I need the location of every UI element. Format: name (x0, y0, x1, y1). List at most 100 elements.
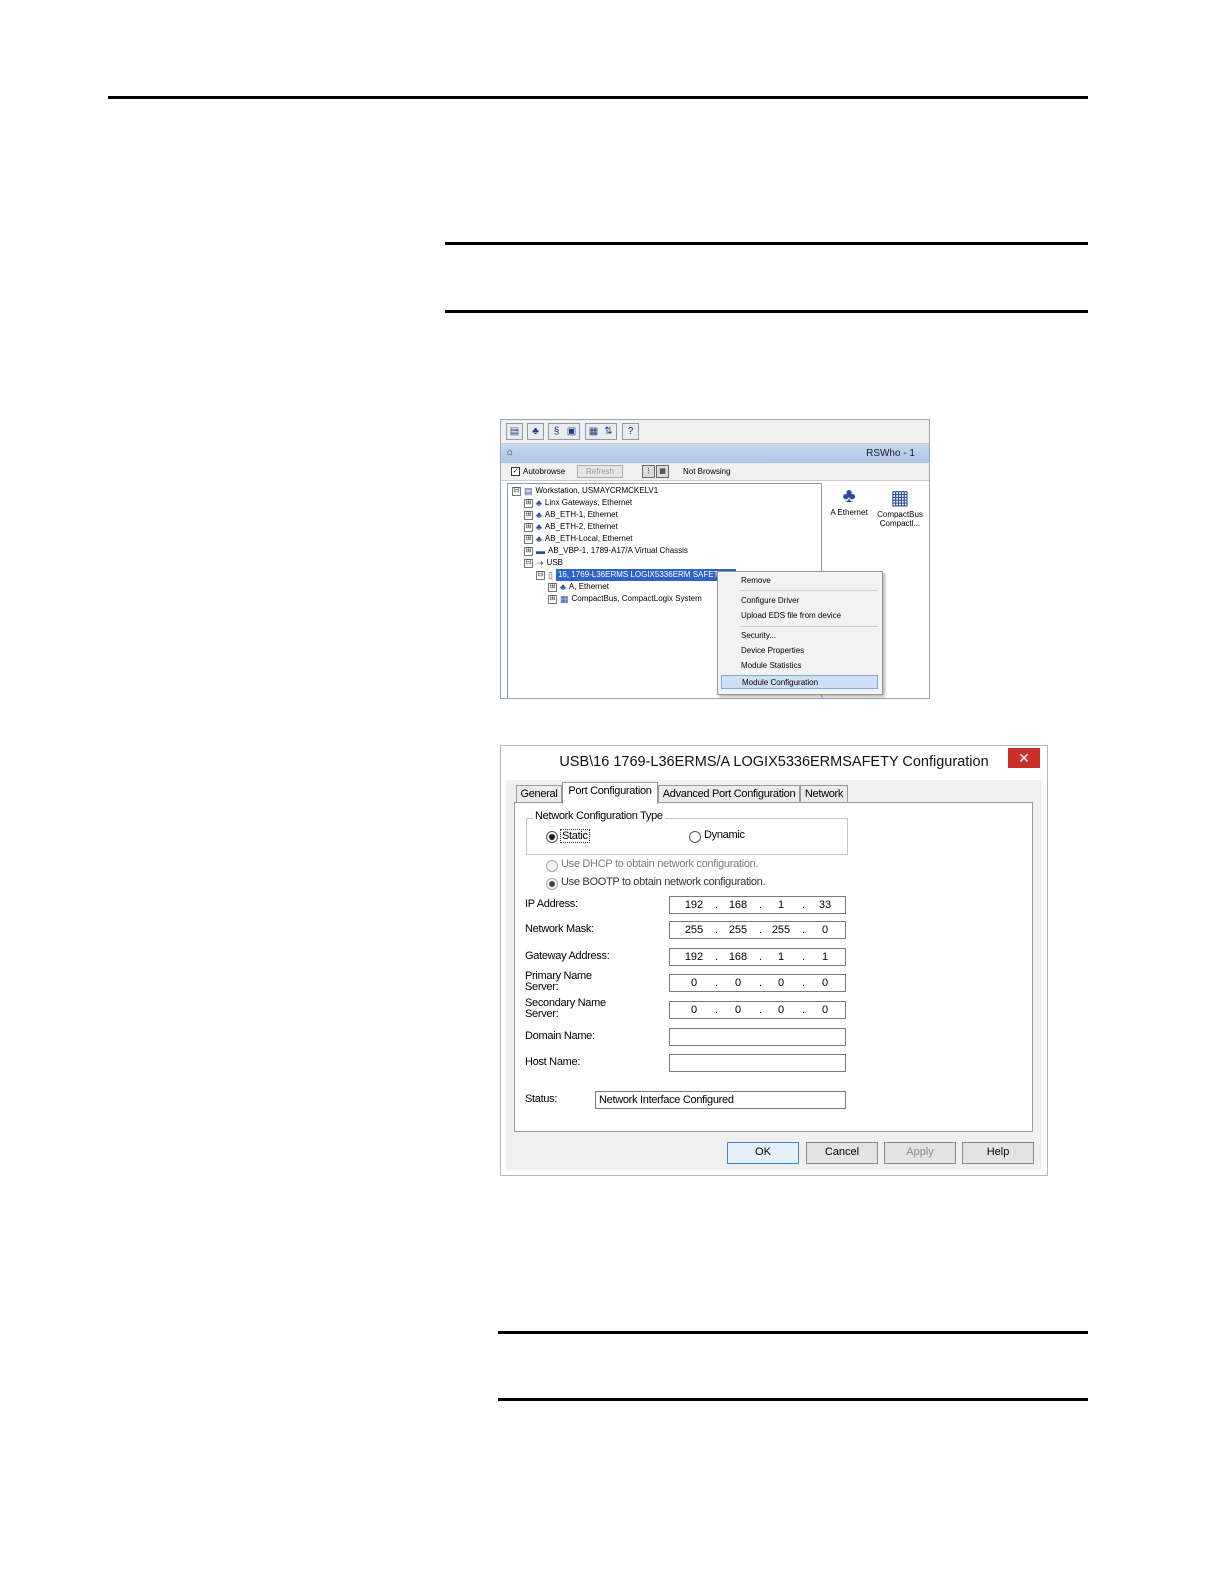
tree-item-label: Linx Gateways, Ethernet (544, 498, 633, 507)
network-mask-field[interactable]: 255 . 255 . 255 . 0 (669, 921, 846, 939)
ip-dot: . (802, 899, 806, 911)
tree-item-usb[interactable]: ⊟ ⇢ USB (524, 557, 563, 569)
expand-icon[interactable]: ⊞ (548, 582, 557, 592)
ip-dot: . (759, 951, 763, 963)
menu-item-module-configuration[interactable]: Module Configuration (721, 675, 878, 689)
apply-button[interactable]: Apply (884, 1142, 956, 1164)
tree-item-workstation[interactable]: ⊟ ▤ Workstation, USMAYCRMCKELV1 (512, 485, 658, 497)
note-rule-top-2 (498, 1331, 1088, 1334)
ip-address-field[interactable]: 192 . 168 . 1 . 33 (669, 896, 846, 914)
menu-item-security[interactable]: Security... (721, 629, 878, 643)
port-configuration-panel: Network Configuration Type Static Dynami… (514, 802, 1033, 1132)
ok-button[interactable]: OK (727, 1142, 799, 1164)
tab-network[interactable]: Network (800, 785, 848, 803)
network-icon: ♣ (560, 582, 566, 592)
autobrowse-checkbox[interactable]: ✓ (511, 467, 520, 476)
mask-octet-4: 0 (821, 924, 829, 936)
menu-item-upload-eds[interactable]: Upload EDS file from device (721, 609, 878, 623)
expand-icon[interactable]: ⊞ (524, 522, 533, 532)
dynamic-label[interactable]: Dynamic (704, 829, 745, 841)
close-icon[interactable]: ✕ (1008, 748, 1040, 768)
help-button[interactable]: Help (962, 1142, 1034, 1164)
icon-label: A Ethernet (830, 508, 868, 517)
tab-general[interactable]: General (516, 785, 562, 803)
ip-dot: . (715, 1004, 719, 1016)
tree-item-ab-vbp-1[interactable]: ⊞ ▬ AB_VBP-1, 1789-A17/A Virtual Chassis (524, 545, 688, 557)
list-view-icon[interactable]: ▦ (656, 465, 669, 478)
collapse-icon[interactable]: ⊟ (536, 570, 545, 580)
note-rule-top (445, 242, 1088, 245)
dynamic-radio[interactable] (689, 831, 701, 843)
primary-octet-2: 0 (734, 977, 742, 989)
tree-item-compactbus[interactable]: ⊞ ▦ CompactBus, CompactLogix System (548, 593, 702, 605)
module-icon[interactable]: ▣ (564, 424, 579, 439)
expand-icon[interactable]: ⊞ (524, 546, 533, 556)
open-icon[interactable]: ▤ (507, 424, 522, 439)
menu-item-module-statistics[interactable]: Module Statistics (721, 659, 878, 673)
ip-octet-1: 192 (684, 899, 704, 911)
cancel-button[interactable]: Cancel (806, 1142, 878, 1164)
gateway-address-field[interactable]: 192 . 168 . 1 . 1 (669, 948, 846, 966)
network-icon[interactable]: ♣ (528, 424, 543, 439)
host-name-input[interactable] (669, 1054, 846, 1072)
icon-label: CompactBus Compactl... (877, 510, 923, 528)
tree-item-ab-eth-local[interactable]: ⊞ ♣ AB_ETH-Local, Ethernet (524, 533, 633, 545)
home-icon[interactable]: ⌂ (507, 447, 513, 458)
collapse-icon[interactable]: ⊟ (524, 558, 533, 568)
refresh-button[interactable]: Refresh (577, 465, 623, 478)
menu-item-configure-driver[interactable]: Configure Driver (721, 594, 878, 608)
menu-item-device-properties[interactable]: Device Properties (721, 644, 878, 658)
backplane-icon: ▦ (560, 594, 569, 604)
secondary-name-server-field[interactable]: 0 . 0 . 0 . 0 (669, 1001, 846, 1019)
tree-item-label: Workstation, USMAYCRMCKELV1 (535, 486, 659, 495)
tree-item-label: USB (546, 558, 563, 567)
static-radio[interactable] (546, 831, 558, 843)
ethernet-network-item[interactable]: ♣ A Ethernet (826, 485, 872, 517)
tree-item-label: AB_VBP-1, 1789-A17/A Virtual Chassis (548, 546, 688, 555)
static-label[interactable]: Static (560, 829, 590, 843)
network-icon: ♣ (536, 510, 542, 520)
usb-icon: ⇢ (536, 558, 544, 568)
ip-octet-4: 33 (818, 899, 832, 911)
network-icon: ♣ (536, 498, 542, 508)
expand-icon[interactable]: ⊞ (524, 510, 533, 520)
expand-icon[interactable]: ⊞ (524, 534, 533, 544)
driver-icon[interactable]: § (549, 424, 564, 439)
primary-name-server-field[interactable]: 0 . 0 . 0 . 0 (669, 974, 846, 992)
help-icon[interactable]: ? (623, 424, 638, 439)
dhcp-radio[interactable] (546, 860, 558, 872)
gateway-octet-4: 1 (821, 951, 829, 963)
upload-icon[interactable]: ⇅ (601, 424, 616, 439)
tree-item-label: AB_ETH-Local, Ethernet (544, 534, 633, 543)
bootp-radio[interactable] (546, 878, 558, 890)
toolbar-group-2: ♣ (527, 423, 544, 440)
tree-view-icon[interactable]: ⋮ (642, 465, 655, 478)
secondary-octet-2: 0 (734, 1004, 742, 1016)
tree-item-ab-eth-1[interactable]: ⊞ ♣ AB_ETH-1, Ethernet (524, 509, 618, 521)
tree-item-controller[interactable]: ⊟ ▯ 16, 1769-L36ERMS LOGIX5336ERM SAFETY… (536, 569, 736, 581)
compactbus-item[interactable]: ▦ CompactBus Compactl... (874, 485, 926, 528)
domain-name-input[interactable] (669, 1028, 846, 1046)
rswho-toolbar: ▤ ♣ § ▣ ▦ ⇅ ? (501, 420, 929, 444)
ip-dot: . (759, 977, 763, 989)
network-icon: ♣ (536, 522, 542, 532)
tab-port-configuration[interactable]: Port Configuration (562, 782, 658, 804)
tab-advanced-port-configuration[interactable]: Advanced Port Configuration (658, 785, 800, 803)
tree-item-linx-gateways[interactable]: ⊞ ♣ Linx Gateways, Ethernet (524, 497, 632, 509)
expand-icon[interactable]: ⊞ (524, 498, 533, 508)
toolbar-group-3: § ▣ (548, 423, 580, 440)
tree-item-ab-eth-2[interactable]: ⊞ ♣ AB_ETH-2, Ethernet (524, 521, 618, 533)
network-mask-label: Network Mask: (525, 923, 594, 935)
device-icon[interactable]: ▦ (586, 424, 601, 439)
ip-dot: . (715, 951, 719, 963)
collapse-icon[interactable]: ⊟ (512, 486, 521, 496)
network-icon: ♣ (536, 534, 542, 544)
expand-icon[interactable]: ⊞ (548, 594, 557, 604)
gateway-address-label: Gateway Address: (525, 950, 610, 962)
menu-item-remove[interactable]: Remove (721, 574, 878, 588)
ip-dot: . (715, 924, 719, 936)
ip-dot: . (802, 977, 806, 989)
tree-item-a-ethernet[interactable]: ⊞ ♣ A, Ethernet (548, 581, 609, 593)
ip-dot: . (759, 899, 763, 911)
ip-dot: . (759, 1004, 763, 1016)
